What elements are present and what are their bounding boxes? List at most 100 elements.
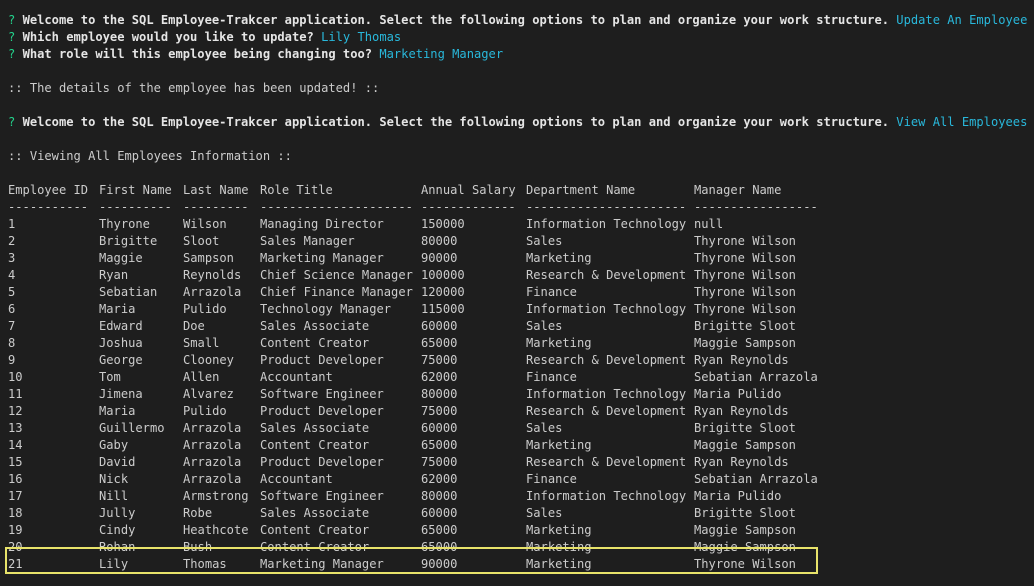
cell-employee-id: 17: [8, 489, 23, 503]
question-mark-icon: ?: [8, 115, 16, 129]
cell-last-name: Sampson: [183, 251, 234, 265]
cell-employee-id: 15: [8, 455, 23, 469]
cell-last-name: Doe: [183, 319, 205, 333]
cell-employee-id: 3: [8, 251, 16, 265]
cell-first-name: Guillermo: [99, 421, 165, 435]
cell-role-title: Product Developer: [260, 353, 384, 367]
cell-role-title: Sales Associate: [260, 421, 370, 435]
cell-first-name: Nick: [99, 472, 129, 486]
cell-manager-name: Maggie Sampson: [694, 336, 796, 350]
cell-annual-salary: 150000: [421, 217, 465, 231]
cell-role-title: Chief Finance Manager: [260, 285, 413, 299]
cell-annual-salary: 65000: [421, 540, 458, 554]
cell-department-name: Information Technology: [526, 387, 687, 401]
cell-role-title: Chief Science Manager: [260, 268, 413, 282]
cell-manager-name: Thyrone Wilson: [694, 268, 796, 282]
cell-last-name: Arrazola: [183, 285, 242, 299]
cell-employee-id: 19: [8, 523, 23, 537]
cell-last-name: Robe: [183, 506, 213, 520]
cell-department-name: Marketing: [526, 557, 592, 571]
question-mark-icon: ?: [8, 13, 16, 27]
cell-role-title: Software Engineer: [260, 489, 384, 503]
cell-manager-name: Maggie Sampson: [694, 523, 796, 537]
cell-department-name: Research & Development: [526, 268, 687, 282]
cell-last-name: Allen: [183, 370, 220, 384]
cell-employee-id: 6: [8, 302, 16, 316]
cell-department-name: Finance: [526, 370, 577, 384]
selected-option: View All Employees: [896, 115, 1028, 129]
cell-first-name: George: [99, 353, 143, 367]
cell-last-name: Arrazola: [183, 421, 242, 435]
cell-employee-id: 16: [8, 472, 23, 486]
separator-role-title: ---------------------: [260, 200, 413, 214]
cell-manager-name: Thyrone Wilson: [694, 251, 796, 265]
header-first-name: First Name: [99, 183, 172, 197]
prompt-line-welcome-1: ? Welcome to the SQL Employee-Trakcer ap…: [8, 12, 1034, 29]
cell-first-name: Sebatian: [99, 285, 158, 299]
cell-manager-name: null: [694, 217, 724, 231]
cell-department-name: Research & Development: [526, 455, 687, 469]
cell-last-name: Sloot: [183, 234, 220, 248]
cell-last-name: Thomas: [183, 557, 227, 571]
cell-manager-name: Maria Pulido: [694, 387, 782, 401]
cell-role-title: Marketing Manager: [260, 251, 384, 265]
cell-last-name: Heathcote: [183, 523, 249, 537]
cell-employee-id: 5: [8, 285, 16, 299]
cell-annual-salary: 80000: [421, 387, 458, 401]
separator-first-name: ----------: [99, 200, 172, 214]
cell-department-name: Marketing: [526, 251, 592, 265]
cell-annual-salary: 100000: [421, 268, 465, 282]
cell-manager-name: Maggie Sampson: [694, 438, 796, 452]
cell-department-name: Research & Development: [526, 404, 687, 418]
header-employee-id: Employee ID: [8, 183, 89, 197]
cell-manager-name: Maggie Sampson: [694, 540, 796, 554]
cell-last-name: Small: [183, 336, 220, 350]
cell-department-name: Marketing: [526, 438, 592, 452]
cell-first-name: Ryan: [99, 268, 129, 282]
cell-department-name: Marketing: [526, 540, 592, 554]
cell-role-title: Accountant: [260, 472, 333, 486]
separator-last-name: ---------: [183, 200, 249, 214]
cell-annual-salary: 62000: [421, 370, 458, 384]
cell-last-name: Arrazola: [183, 438, 242, 452]
cell-role-title: Sales Manager: [260, 234, 355, 248]
prompt-line-employee: ? Which employee would you like to updat…: [8, 29, 401, 46]
cell-role-title: Sales Associate: [260, 506, 370, 520]
question-mark-icon: ?: [8, 30, 16, 44]
cell-role-title: Software Engineer: [260, 387, 384, 401]
cell-manager-name: Sebatian Arrazola: [694, 472, 818, 486]
cell-first-name: David: [99, 455, 136, 469]
separator-department-name: ----------------------: [526, 200, 687, 214]
cell-employee-id: 1: [8, 217, 16, 231]
cell-last-name: Arrazola: [183, 472, 242, 486]
cell-last-name: Arrazola: [183, 455, 242, 469]
cell-employee-id: 13: [8, 421, 23, 435]
cell-department-name: Sales: [526, 506, 563, 520]
cell-employee-id: 20: [8, 540, 23, 554]
cell-department-name: Sales: [526, 421, 563, 435]
cell-first-name: Edward: [99, 319, 143, 333]
cell-annual-salary: 75000: [421, 353, 458, 367]
cell-annual-salary: 65000: [421, 336, 458, 350]
cell-department-name: Information Technology: [526, 489, 687, 503]
cell-first-name: Maria: [99, 302, 136, 316]
cell-department-name: Information Technology: [526, 217, 687, 231]
cell-last-name: Clooney: [183, 353, 234, 367]
cell-employee-id: 14: [8, 438, 23, 452]
welcome-text: Welcome to the SQL Employee-Trakcer appl…: [22, 115, 890, 129]
cell-annual-salary: 80000: [421, 234, 458, 248]
cell-first-name: Rohan: [99, 540, 136, 554]
welcome-text: Welcome to the SQL Employee-Trakcer appl…: [22, 13, 890, 27]
cell-last-name: Wilson: [183, 217, 227, 231]
question-text: Which employee would you like to update?: [22, 30, 314, 44]
cell-role-title: Marketing Manager: [260, 557, 384, 571]
header-manager-name: Manager Name: [694, 183, 782, 197]
cell-manager-name: Thyrone Wilson: [694, 285, 796, 299]
question-text: What role will this employee being chang…: [22, 47, 373, 61]
cell-annual-salary: 80000: [421, 489, 458, 503]
cell-first-name: Tom: [99, 370, 121, 384]
header-role-title: Role Title: [260, 183, 333, 197]
cell-last-name: Bush: [183, 540, 213, 554]
cell-annual-salary: 115000: [421, 302, 465, 316]
cell-first-name: Thyrone: [99, 217, 150, 231]
